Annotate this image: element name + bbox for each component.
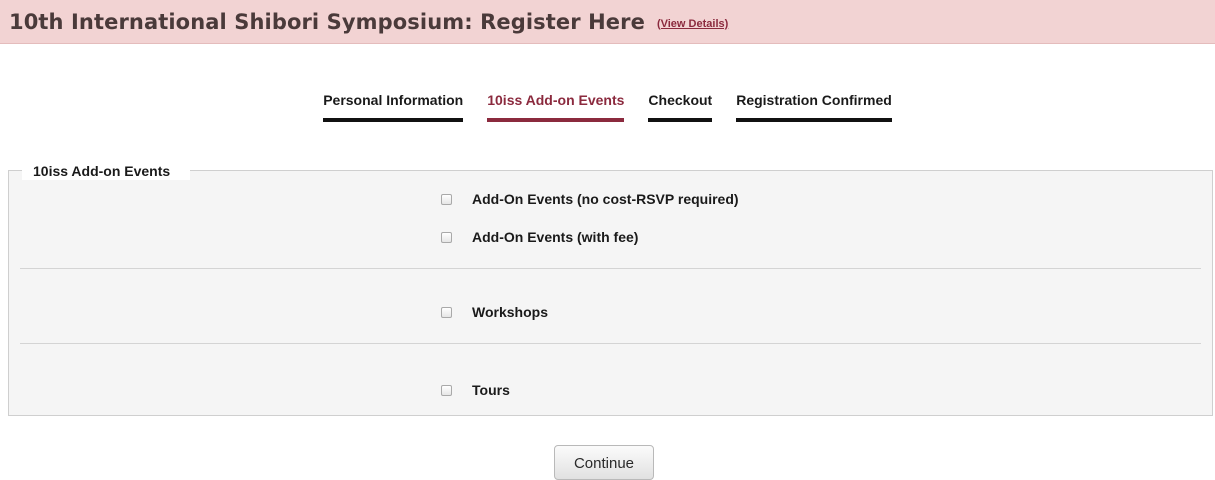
option-workshops[interactable]: Workshops — [441, 304, 548, 320]
section-divider — [20, 268, 1201, 269]
option-add-on-events-no-cost[interactable]: Add-On Events (no cost-RSVP required) — [441, 191, 739, 207]
page-header-banner: 10th International Shibori Symposium: Re… — [0, 0, 1215, 44]
checkbox-add-on-events-with-fee[interactable] — [441, 231, 452, 243]
registration-steps: Personal Information 10iss Add-on Events… — [0, 92, 1215, 122]
continue-button[interactable]: Continue — [554, 445, 654, 480]
section-divider — [20, 343, 1201, 344]
option-label: Workshops — [472, 304, 548, 320]
step-registration-confirmed[interactable]: Registration Confirmed — [736, 92, 892, 122]
option-add-on-events-with-fee[interactable]: Add-On Events (with fee) — [441, 229, 638, 245]
add-on-events-section: 10iss Add-on Events Add-On Events (no co… — [8, 162, 1213, 416]
view-details-link[interactable]: (View Details) — [657, 18, 728, 30]
option-tours[interactable]: Tours — [441, 382, 510, 398]
page-title: 10th International Shibori Symposium: Re… — [9, 9, 645, 34]
step-checkout[interactable]: Checkout — [648, 92, 713, 122]
step-personal-information[interactable]: Personal Information — [323, 92, 464, 122]
option-label: Tours — [472, 382, 510, 398]
checkbox-add-on-events-no-cost[interactable] — [441, 193, 452, 205]
checkbox-workshops[interactable] — [441, 306, 452, 318]
option-label: Add-On Events (with fee) — [472, 229, 639, 245]
step-add-on-events[interactable]: 10iss Add-on Events — [487, 92, 625, 122]
checkbox-tours[interactable] — [441, 384, 452, 396]
section-legend: 10iss Add-on Events — [22, 162, 191, 180]
option-label: Add-On Events (no cost-RSVP required) — [472, 191, 739, 207]
